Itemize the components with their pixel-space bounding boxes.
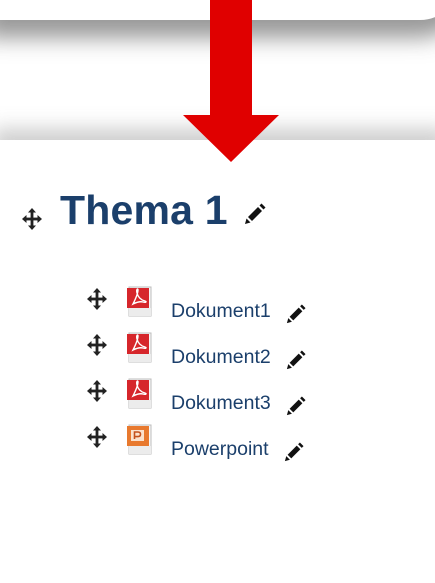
pencil-icon[interactable] <box>286 304 306 324</box>
activity-item: Dokument2 <box>86 332 306 377</box>
activity-item: Dokument1 <box>86 286 306 331</box>
activity-list: Dokument1 Dokument2 Dokument3 Powerpoint <box>86 286 306 470</box>
activity-link[interactable]: Dokument1 <box>171 300 271 323</box>
move-icon[interactable] <box>22 208 42 230</box>
activity-link[interactable]: Dokument3 <box>171 392 271 415</box>
section-header: Thema 1 <box>22 182 266 238</box>
activity-link[interactable]: Powerpoint <box>171 438 269 461</box>
activity-item: Powerpoint <box>86 424 306 469</box>
pencil-icon[interactable] <box>284 442 304 462</box>
move-icon[interactable] <box>86 426 108 448</box>
activity-item: Dokument3 <box>86 378 306 423</box>
move-icon[interactable] <box>86 288 108 310</box>
section-title[interactable]: Thema 1 <box>60 182 228 238</box>
pencil-icon[interactable] <box>286 350 306 370</box>
pdf-icon[interactable] <box>127 286 155 318</box>
activity-link[interactable]: Dokument2 <box>171 346 271 369</box>
course-section: Thema 1 Dokument1 Dokument2 Dokument3 Po… <box>0 0 435 583</box>
screenshot-stage: Thema 1 Dokument1 Dokument2 Dokument3 Po… <box>0 0 435 583</box>
pdf-icon[interactable] <box>127 378 155 410</box>
move-icon[interactable] <box>86 380 108 402</box>
pencil-icon[interactable] <box>286 396 306 416</box>
pencil-icon[interactable] <box>244 203 266 225</box>
powerpoint-icon[interactable] <box>127 424 155 456</box>
pdf-icon[interactable] <box>127 332 155 364</box>
move-icon[interactable] <box>86 334 108 356</box>
